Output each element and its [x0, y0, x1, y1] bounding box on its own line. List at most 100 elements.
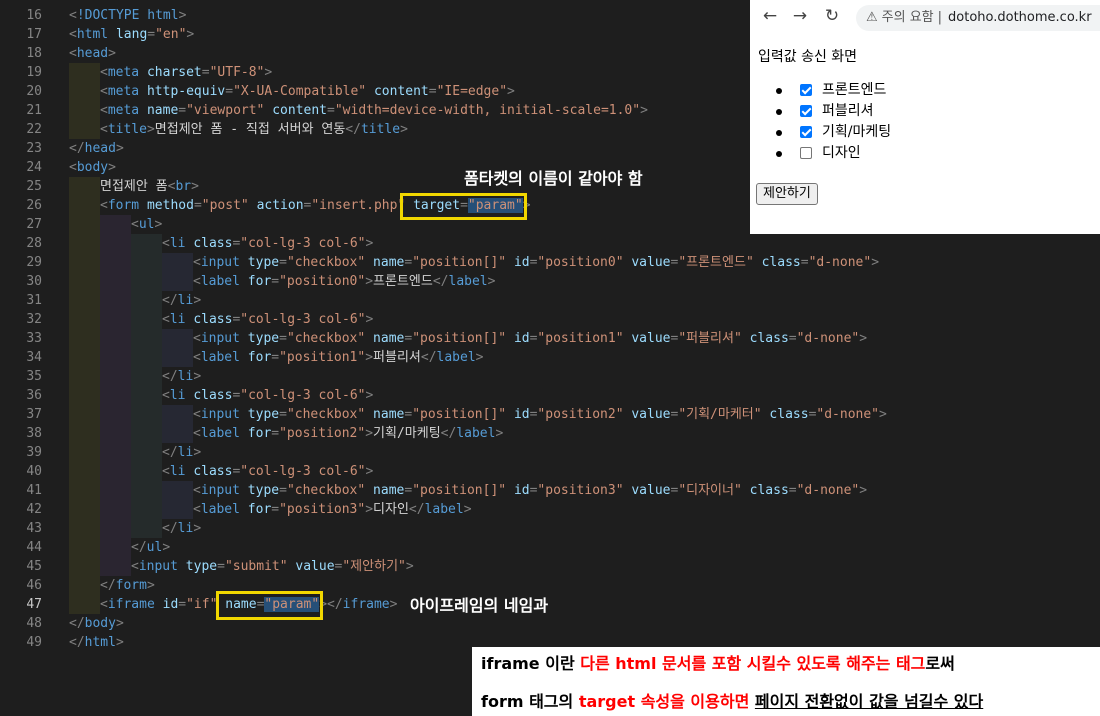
indent-guide — [131, 329, 162, 348]
indent-guide — [69, 576, 100, 595]
code-line[interactable]: 30 <label for="position0">프론트엔드</label> — [0, 272, 1100, 291]
indent-guide — [69, 500, 100, 519]
warning-icon: ⚠ — [866, 10, 878, 25]
code-line[interactable]: 28 <li class="col-lg-3 col-6"> — [0, 234, 1100, 253]
indent-guide — [69, 405, 100, 424]
code-line[interactable]: 29 <input type="checkbox" name="position[… — [0, 253, 1100, 272]
indent-guide — [100, 405, 131, 424]
code-line[interactable]: 44 </ul> — [0, 538, 1100, 557]
reload-icon[interactable]: ↻ — [820, 6, 844, 26]
indent-guide — [100, 291, 131, 310]
indent-guide — [100, 215, 131, 234]
line-number: 19 — [26, 65, 42, 80]
indent-guide — [131, 291, 162, 310]
code-line[interactable]: 45 <input type="submit" value="제안하기"> — [0, 557, 1100, 576]
code-text: </form> — [100, 578, 155, 593]
code-text: <label for="position0">프론트엔드</label> — [193, 274, 496, 289]
indent-guide — [131, 462, 162, 481]
address-bar[interactable]: ⚠ 주의 요함 | dotoho.dothome.co.kr — [856, 5, 1100, 31]
bullet — [776, 151, 782, 157]
code-line[interactable]: 35 </li> — [0, 367, 1100, 386]
explanation-line-1: iframe 이란 다른 html 문서를 포함 시킬수 있도록 해주는 태그로… — [481, 650, 955, 674]
indent-guide — [131, 386, 162, 405]
checkbox-label[interactable]: 퍼블리셔 — [822, 101, 874, 122]
checkbox-design[interactable] — [800, 147, 812, 159]
code-text: <label for="position1">퍼블리셔</label> — [193, 350, 484, 365]
indent-guide — [131, 234, 162, 253]
code-line[interactable]: 33 <input type="checkbox" name="position[… — [0, 329, 1100, 348]
line-number: 18 — [26, 46, 42, 61]
checkbox-label[interactable]: 기획/마케팅 — [822, 122, 891, 143]
checkbox-publisher[interactable] — [800, 105, 812, 117]
indent-guide — [69, 481, 100, 500]
checkbox-planning[interactable] — [800, 126, 812, 138]
indent-guide — [100, 367, 131, 386]
code-line[interactable]: 40 <li class="col-lg-3 col-6"> — [0, 462, 1100, 481]
forward-icon[interactable]: → — [788, 6, 812, 26]
line-number: 40 — [26, 464, 42, 479]
code-text: </body> — [69, 616, 124, 631]
code-line[interactable]: 43 </li> — [0, 519, 1100, 538]
code-line[interactable]: 48 </body> — [0, 614, 1100, 633]
bullet — [776, 88, 782, 94]
line-number: 45 — [26, 559, 42, 574]
indent-guide — [69, 82, 100, 101]
indent-guide — [131, 443, 162, 462]
code-line[interactable]: 42 <label for="position3">디자인</label> — [0, 500, 1100, 519]
line-number: 17 — [26, 27, 42, 42]
indent-guide — [100, 272, 131, 291]
explanation-line-2: form 태그의 target 속성을 이용하면 페이지 전환없이 값을 넘길수… — [481, 688, 983, 712]
indent-guide — [100, 348, 131, 367]
code-line[interactable]: 37 <input type="checkbox" name="position[… — [0, 405, 1100, 424]
code-text: </li> — [162, 293, 202, 308]
indent-guide — [100, 519, 131, 538]
code-line[interactable]: 39 </li> — [0, 443, 1100, 462]
indent-guide — [100, 329, 131, 348]
code-text: <input type="checkbox" name="position[]"… — [193, 255, 880, 270]
checkbox-frontend[interactable] — [800, 84, 812, 96]
code-line[interactable]: 36 <li class="col-lg-3 col-6"> — [0, 386, 1100, 405]
code-text: <html lang="en"> — [69, 27, 195, 42]
line-number: 48 — [26, 616, 42, 631]
indent-guide — [69, 443, 100, 462]
line-number: 35 — [26, 369, 42, 384]
code-text: </html> — [69, 635, 124, 650]
submit-button[interactable]: 제안하기 — [756, 183, 818, 205]
checkbox-label[interactable]: 프론트엔드 — [822, 80, 886, 101]
code-text: <meta http-equiv="X-UA-Compatible" conte… — [100, 84, 515, 99]
indent-guide — [131, 424, 162, 443]
line-number: 16 — [26, 8, 42, 23]
iframe-name-highlight — [216, 591, 323, 620]
code-line[interactable]: 38 <label for="position2">기획/마케팅</label> — [0, 424, 1100, 443]
indent-guide — [69, 234, 100, 253]
code-line[interactable]: 47 <iframe id="if" name="param"></iframe> — [0, 595, 1100, 614]
explanation-box: iframe 이란 다른 html 문서를 포함 시킬수 있도록 해주는 태그로… — [472, 647, 1100, 716]
browser-toolbar: ← → ↻ ⚠ 주의 요함 | dotoho.dothome.co.kr — [750, 0, 1100, 36]
code-text: </head> — [69, 141, 124, 156]
code-line[interactable]: 41 <input type="checkbox" name="position[… — [0, 481, 1100, 500]
explanation-highlight: 다른 html 문서를 포함 시킬수 있도록 해주는 태그 — [580, 654, 926, 673]
line-number: 41 — [26, 483, 42, 498]
code-line[interactable]: 34 <label for="position1">퍼블리셔</label> — [0, 348, 1100, 367]
indent-guide — [69, 291, 100, 310]
code-line[interactable]: 46 </form> — [0, 576, 1100, 595]
code-line[interactable]: 32 <li class="col-lg-3 col-6"> — [0, 310, 1100, 329]
indent-guide — [131, 405, 162, 424]
indent-guide — [162, 424, 193, 443]
line-number: 34 — [26, 350, 42, 365]
code-line[interactable]: 31 </li> — [0, 291, 1100, 310]
indent-guide — [69, 519, 100, 538]
indent-guide — [162, 272, 193, 291]
explanation-underlined: 페이지 전환없이 값을 넘길수 있다 — [754, 692, 984, 711]
indent-guide — [69, 424, 100, 443]
indent-guide — [69, 348, 100, 367]
code-text: <title>면접제안 폼 - 직접 서버와 연동</title> — [100, 122, 408, 137]
indent-guide — [131, 272, 162, 291]
line-number: 22 — [26, 122, 42, 137]
back-icon[interactable]: ← — [758, 6, 782, 26]
code-text: <meta charset="UTF-8"> — [100, 65, 273, 80]
code-text: <head> — [69, 46, 116, 61]
checkbox-label[interactable]: 디자인 — [822, 143, 861, 164]
indent-guide — [69, 101, 100, 120]
indent-guide — [69, 177, 100, 196]
